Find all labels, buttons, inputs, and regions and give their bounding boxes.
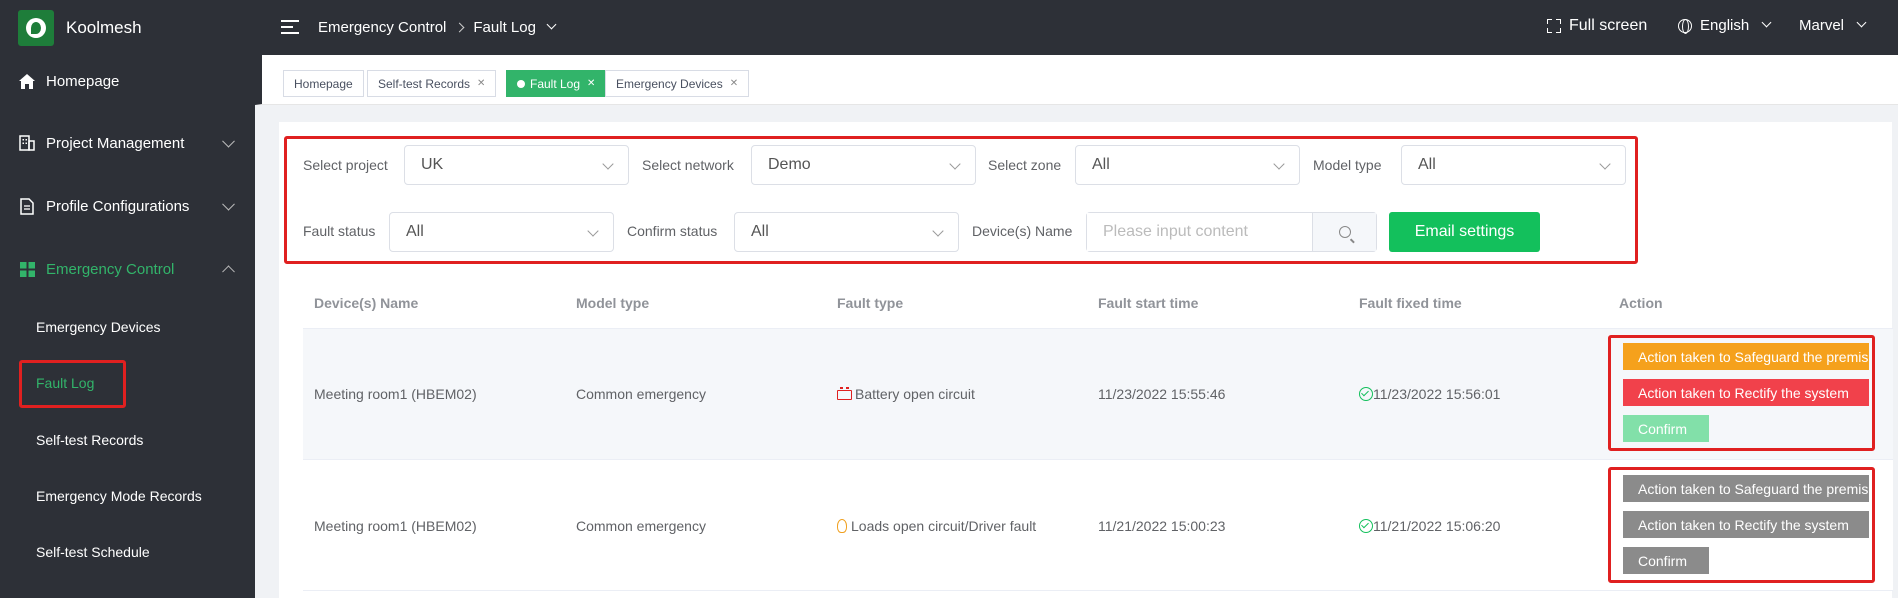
tab-label: Emergency Devices [616, 76, 723, 91]
tab-label: Fault Log [530, 76, 581, 91]
tab-self-test-records[interactable]: Self-test Records ✕ [367, 70, 497, 97]
check-circle-icon [1359, 387, 1373, 401]
sidebar-subitem-emergency-devices[interactable]: Emergency Devices [36, 319, 161, 335]
home-icon [18, 72, 36, 90]
sidebar-item-label: Emergency Control [46, 260, 175, 278]
battery-icon [837, 387, 852, 400]
active-dot-icon [517, 79, 525, 88]
column-header-model-type[interactable]: Model type [576, 295, 649, 311]
highlight-box-actions [1608, 335, 1875, 451]
fault-type-text: Loads open circuit/Driver fault [851, 518, 1037, 534]
tab-fault-log[interactable]: Fault Log ✕ [506, 70, 607, 97]
fault-start-cell: 11/23/2022 15:55:46 [1098, 386, 1226, 402]
breadcrumb-current[interactable]: Fault Log [473, 19, 536, 36]
language-label: English [1700, 17, 1750, 34]
fault-start-cell: 11/21/2022 15:00:23 [1098, 518, 1226, 534]
chevron-right-icon [454, 22, 465, 33]
globe-icon [1678, 18, 1692, 34]
user-menu[interactable]: Marvel [1799, 17, 1867, 34]
sidebar-subitem-self-test-schedule[interactable]: Self-test Schedule [36, 544, 150, 560]
sidebar-subitem-emergency-mode-records[interactable]: Emergency Mode Records [36, 488, 202, 504]
brand-name: Koolmesh [66, 17, 142, 37]
model-type-cell: Common emergency [576, 386, 706, 402]
highlight-box-filters [284, 136, 1638, 264]
device-name-cell: Meeting room1 (HBEM02) [314, 386, 477, 402]
fault-type-text: Battery open circuit [855, 386, 975, 402]
sidebar: Koolmesh Homepage Project Management Pro… [0, 0, 255, 598]
check-circle-icon [1359, 519, 1373, 533]
close-icon[interactable]: ✕ [730, 78, 738, 89]
sidebar-item-profile-configurations[interactable]: Profile Configurations [0, 195, 255, 217]
column-header-fault-type[interactable]: Fault type [837, 295, 903, 311]
language-selector[interactable]: English [1678, 17, 1772, 34]
fault-type-cell: Battery open circuit [837, 386, 975, 402]
tab-label: Homepage [294, 76, 353, 91]
building-icon [18, 134, 36, 152]
breadcrumb-item[interactable]: Emergency Control [318, 19, 446, 36]
brand[interactable]: Koolmesh [0, 0, 255, 55]
close-icon[interactable]: ✕ [587, 78, 595, 89]
column-header-fault-start-time[interactable]: Fault start time [1098, 295, 1198, 311]
koolmesh-logo-icon [18, 9, 54, 46]
column-header-fault-fixed-time[interactable]: Fault fixed time [1359, 295, 1462, 311]
highlight-box-fault-log [19, 360, 126, 408]
tab-homepage[interactable]: Homepage [283, 70, 364, 97]
sidebar-subitem-self-test-records[interactable]: Self-test Records [36, 432, 143, 448]
document-icon [18, 197, 36, 215]
device-name-cell: Meeting room1 (HBEM02) [314, 518, 477, 534]
chevron-up-icon [222, 265, 235, 279]
sidebar-item-homepage[interactable]: Homepage [0, 70, 255, 92]
sidebar-item-project-management[interactable]: Project Management [0, 132, 255, 154]
chevron-down-icon [1761, 17, 1772, 28]
tab-label: Self-test Records [378, 76, 471, 91]
sidebar-item-label: Profile Configurations [46, 197, 190, 215]
chevron-down-icon [222, 197, 235, 211]
column-header-action: Action [1619, 295, 1663, 311]
tab-bar: Homepage Self-test Records ✕ Fault Log ✕… [255, 55, 1898, 105]
column-header-device-name[interactable]: Device(s) Name [314, 295, 418, 311]
fullscreen-icon [1547, 19, 1561, 33]
fault-fixed-text: 11/23/2022 15:56:01 [1373, 386, 1501, 402]
fault-fixed-cell: 11/23/2022 15:56:01 [1359, 386, 1500, 402]
fault-type-cell: Loads open circuit/Driver fault [837, 518, 1036, 534]
sidebar-item-emergency-control[interactable]: Emergency Control [0, 258, 255, 280]
fullscreen-button[interactable]: Full screen [1547, 17, 1647, 35]
chevron-down-icon [546, 19, 557, 30]
fault-fixed-text: 11/21/2022 15:06:20 [1373, 518, 1501, 534]
user-name: Marvel [1799, 17, 1845, 34]
topbar: Emergency Control Fault Log Full screen … [255, 0, 1898, 55]
bulb-icon [837, 519, 847, 533]
breadcrumb: Emergency Control Fault Log [318, 19, 557, 36]
close-icon[interactable]: ✕ [477, 78, 485, 89]
fault-fixed-cell: 11/21/2022 15:06:20 [1359, 518, 1500, 534]
fullscreen-label: Full screen [1569, 17, 1648, 34]
sidebar-item-label: Homepage [46, 72, 120, 90]
menu-toggle-icon[interactable] [281, 20, 299, 34]
chevron-down-icon [1856, 17, 1867, 28]
sidebar-item-label: Project Management [46, 134, 185, 152]
chevron-down-icon [222, 134, 235, 148]
grid-icon [18, 260, 36, 278]
model-type-cell: Common emergency [576, 518, 706, 534]
highlight-box-actions [1608, 467, 1875, 583]
tab-emergency-devices[interactable]: Emergency Devices ✕ [605, 70, 750, 97]
